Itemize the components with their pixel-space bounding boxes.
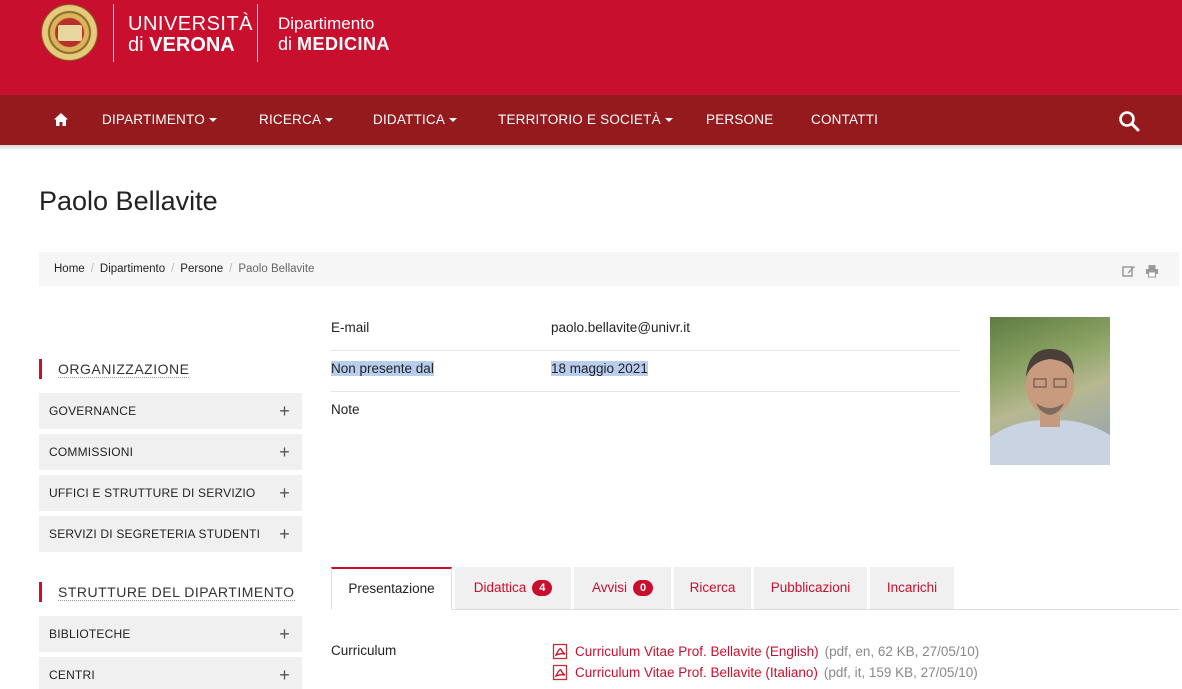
tab-pubblicazioni[interactable]: Pubblicazioni — [754, 567, 867, 609]
curriculum-file-english: Curriculum Vitae Prof. Bellavite (Englis… — [552, 643, 979, 663]
breadcrumb-home[interactable]: Home — [54, 263, 85, 275]
breadcrumb-persone[interactable]: Persone — [180, 263, 223, 275]
plus-icon[interactable]: + — [279, 516, 290, 552]
home-icon[interactable] — [53, 112, 69, 128]
pdf-icon — [552, 643, 569, 660]
edit-icon[interactable] — [1122, 264, 1136, 278]
count-badge: 4 — [532, 580, 553, 596]
file-meta: (pdf, en, 62 KB, 27/05/10) — [824, 644, 980, 659]
breadcrumb: Home / Dipartimento / Persone / Paolo Bellavit… — [39, 252, 1179, 286]
tab-didattica[interactable]: Didattica 4 — [455, 567, 571, 609]
tab-avvisi[interactable]: Avvisi 0 — [574, 567, 671, 609]
profile-photo — [990, 317, 1110, 465]
info-label: Non presente dal — [331, 361, 434, 376]
department-logo-text[interactable]: Dipartimento di MEDICINA — [278, 14, 390, 54]
sidebar-heading-strutture[interactable]: STRUTTURE DEL DIPARTIMENTO — [39, 582, 295, 602]
plus-icon[interactable]: + — [279, 475, 290, 511]
sidebar-item-governance[interactable]: GOVERNANCE + — [39, 393, 302, 429]
info-label: E-mail — [331, 320, 370, 335]
search-icon[interactable] — [1118, 110, 1140, 132]
tab-presentazione[interactable]: Presentazione — [331, 567, 452, 610]
info-label: Note — [331, 402, 360, 417]
curriculum-link[interactable]: Curriculum Vitae Prof. Bellavite (Englis… — [575, 644, 819, 659]
date-value: 18 maggio 2021 — [551, 361, 648, 376]
info-row-email: E-mail paolo.bellavite@univr.it — [331, 310, 960, 351]
nav-item-contatti[interactable]: CONTATTI — [811, 95, 878, 145]
info-row-non-presente: Non presente dal 18 maggio 2021 — [331, 351, 960, 392]
curriculum-file-italiano: Curriculum Vitae Prof. Bellavite (Italia… — [552, 664, 978, 684]
university-seal-logo[interactable] — [41, 4, 98, 61]
caret-down-icon — [449, 118, 458, 122]
nav-item-ricerca[interactable]: RICERCA — [259, 95, 334, 145]
page-title: Paolo Bellavite — [39, 186, 218, 216]
header-divider — [113, 4, 114, 62]
sidebar-item-uffici[interactable]: UFFICI E STRUTTURE DI SERVIZIO + — [39, 475, 302, 511]
info-row-note: Note — [331, 392, 960, 433]
plus-icon[interactable]: + — [279, 393, 290, 429]
plus-icon[interactable]: + — [279, 434, 290, 470]
plus-icon[interactable]: + — [279, 616, 290, 652]
header-divider — [257, 4, 258, 62]
nav-item-territorio-societa[interactable]: TERRITORIO E SOCIETÀ — [498, 95, 673, 145]
university-logo-text[interactable]: UNIVERSITÀ di VERONA — [128, 14, 253, 56]
caret-down-icon — [664, 118, 673, 122]
sidebar-item-centri[interactable]: CENTRI + — [39, 657, 302, 689]
sidebar-item-segreteria[interactable]: SERVIZI DI SEGRETERIA STUDENTI + — [39, 516, 302, 552]
tabs-divider — [331, 609, 1179, 610]
sidebar-item-commissioni[interactable]: COMMISSIONI + — [39, 434, 302, 470]
pdf-icon — [552, 664, 569, 681]
count-badge: 0 — [633, 580, 653, 596]
plus-icon[interactable]: + — [279, 657, 290, 689]
caret-down-icon — [325, 118, 334, 122]
curriculum-link[interactable]: Curriculum Vitae Prof. Bellavite (Italia… — [575, 665, 818, 680]
breadcrumb-dipartimento[interactable]: Dipartimento — [100, 263, 165, 275]
print-icon[interactable] — [1145, 264, 1159, 278]
breadcrumb-current: Paolo Bellavite — [238, 263, 315, 275]
site-header: UNIVERSITÀ di VERONA Dipartimento di MED… — [0, 0, 1182, 95]
tab-incarichi[interactable]: Incarichi — [870, 567, 954, 609]
nav-item-dipartimento[interactable]: DIPARTIMENTO — [102, 95, 217, 145]
caret-down-icon — [208, 118, 217, 122]
file-meta: (pdf, it, 159 KB, 27/05/10) — [823, 665, 978, 680]
nav-item-persone[interactable]: PERSONE — [706, 95, 773, 145]
curriculum-label: Curriculum — [331, 643, 397, 658]
sidebar-item-biblioteche[interactable]: BIBLIOTECHE + — [39, 616, 302, 652]
sidebar-heading-organizzazione[interactable]: ORGANIZZAZIONE — [39, 359, 190, 379]
email-value[interactable]: paolo.bellavite@univr.it — [551, 320, 690, 335]
nav-item-didattica[interactable]: DIDATTICA — [373, 95, 458, 145]
tab-ricerca[interactable]: Ricerca — [674, 567, 751, 609]
navbar-shadow — [0, 145, 1182, 149]
